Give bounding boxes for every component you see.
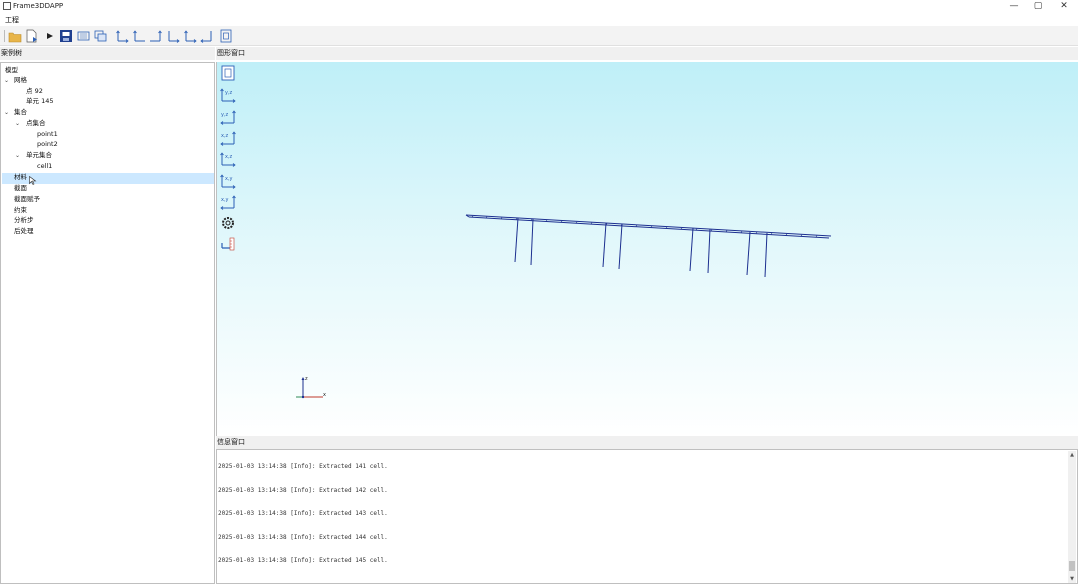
chevron-down-icon[interactable]: ⌄ bbox=[4, 77, 9, 84]
graphics-viewport[interactable]: y,z y,z x,z x,z x,y x,y z x bbox=[216, 62, 1078, 436]
scroll-down-icon[interactable]: ▼ bbox=[1068, 575, 1076, 583]
view-yz-icon[interactable] bbox=[132, 29, 146, 43]
menu-project[interactable]: 工程 bbox=[5, 15, 19, 25]
view-yx-icon[interactable] bbox=[200, 29, 214, 43]
log-line: 2025-01-03 13:14:38 [Info]: Extracted 14… bbox=[218, 534, 388, 541]
tree-item-elements[interactable]: 单元 145 bbox=[26, 96, 53, 106]
tree-item-section[interactable]: 截面 bbox=[14, 183, 27, 193]
maximize-button[interactable]: ▢ bbox=[1026, 0, 1050, 13]
view-zx-icon[interactable] bbox=[183, 29, 197, 43]
log-line: 2025-01-03 13:14:38 [Info]: Extracted 14… bbox=[218, 463, 388, 470]
message-log[interactable]: 2025-01-03 13:14:38 [Info]: Extracted 14… bbox=[216, 449, 1078, 584]
chevron-down-icon[interactable]: ⌄ bbox=[4, 109, 9, 116]
new-file-icon[interactable] bbox=[25, 29, 39, 43]
graphics-window-header: 图形窗口 bbox=[216, 47, 1078, 60]
frame-structure bbox=[465, 214, 832, 278]
tree-item-sets[interactable]: 集合 bbox=[14, 107, 27, 117]
svg-text:x: x bbox=[323, 392, 326, 398]
tree-item-section-assign[interactable]: 截面赋予 bbox=[14, 194, 40, 204]
app-icon bbox=[3, 2, 11, 10]
chevron-down-icon[interactable]: ⌄ bbox=[15, 152, 20, 159]
mouse-cursor-icon bbox=[29, 176, 37, 185]
window-title: Frame3DDAPP bbox=[13, 2, 64, 10]
scroll-thumb[interactable] bbox=[1069, 561, 1075, 571]
tree-item-analysis-step[interactable]: 分析步 bbox=[14, 215, 34, 225]
tree-item-point1[interactable]: point1 bbox=[37, 129, 58, 139]
tree-item-mesh[interactable]: 网格 bbox=[14, 75, 27, 85]
log-line: 2025-01-03 13:14:38 [Info]: Extracted 14… bbox=[218, 510, 388, 517]
log-line: 2025-01-03 13:14:38 [Info]: Extracted 14… bbox=[218, 557, 388, 564]
view-zy-icon[interactable] bbox=[166, 29, 180, 43]
tree-item-cell-sets[interactable]: 单元集合 bbox=[26, 150, 52, 160]
tree-item-model[interactable]: 模型 bbox=[5, 65, 18, 75]
menu-bar: 工程 bbox=[0, 13, 1078, 26]
open-folder-icon[interactable] bbox=[8, 29, 22, 43]
tree-item-cell1[interactable]: cell1 bbox=[37, 161, 52, 171]
toolbar bbox=[0, 26, 1078, 46]
view-xz-icon[interactable] bbox=[149, 29, 163, 43]
message-window-header: 信息窗口 bbox=[216, 436, 1078, 449]
view-mesh-icon[interactable] bbox=[77, 29, 91, 43]
svg-text:z: z bbox=[305, 376, 308, 382]
tree-item-material[interactable]: 材料 bbox=[14, 172, 27, 182]
log-scrollbar[interactable]: ▲ ▼ bbox=[1068, 451, 1076, 583]
case-tree-header: 案例树 bbox=[0, 47, 215, 60]
tree-item-point-sets[interactable]: 点集合 bbox=[26, 118, 46, 128]
scroll-up-icon[interactable]: ▲ bbox=[1068, 451, 1076, 459]
toolbar-separator bbox=[4, 30, 5, 42]
fit-view-icon[interactable] bbox=[219, 29, 233, 43]
close-button[interactable]: ✕ bbox=[1052, 0, 1076, 13]
axis-triad: z x bbox=[296, 376, 326, 399]
view-xy-icon[interactable] bbox=[115, 29, 129, 43]
chevron-down-icon[interactable]: ⌄ bbox=[15, 120, 20, 127]
tree-item-constraint[interactable]: 约束 bbox=[14, 205, 27, 215]
tree-item-points[interactable]: 点 92 bbox=[26, 86, 43, 96]
tree-item-post-processing[interactable]: 后处理 bbox=[14, 226, 34, 236]
run-icon[interactable] bbox=[43, 29, 57, 43]
view-layers-icon[interactable] bbox=[94, 29, 108, 43]
save-icon[interactable] bbox=[59, 29, 73, 43]
tree-item-point2[interactable]: point2 bbox=[37, 139, 58, 149]
log-line: 2025-01-03 13:14:38 [Info]: Extracted 14… bbox=[218, 487, 388, 494]
case-tree: 模型 ⌄ 网格 点 92 单元 145 ⌄ 集合 ⌄ 点集合 point1 po… bbox=[0, 62, 215, 584]
minimize-button[interactable]: — bbox=[1002, 0, 1026, 13]
title-bar: Frame3DDAPP — ▢ ✕ bbox=[0, 0, 1078, 13]
